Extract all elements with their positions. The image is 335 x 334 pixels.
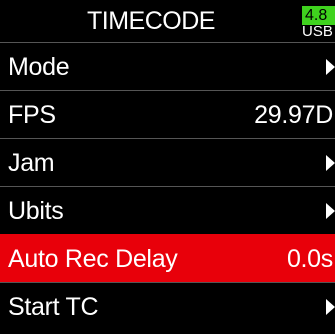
triangle-right-icon <box>326 203 335 219</box>
page-title: TIMECODE <box>87 7 215 35</box>
menu-item-label: Ubits <box>8 197 64 225</box>
menu-item-mode[interactable]: Mode <box>0 42 335 90</box>
menu-item-start-tc[interactable]: Start TC <box>0 282 335 330</box>
menu-item-fps[interactable]: FPS 29.97D <box>0 90 335 138</box>
menu-item-label: Start TC <box>8 293 99 321</box>
menu-item-label: Jam <box>8 149 55 177</box>
battery-icon: 4.8 USB <box>302 6 335 40</box>
screen-header: TIMECODE 4.8 USB <box>0 0 335 42</box>
menu-item-jam[interactable]: Jam <box>0 138 335 186</box>
triangle-right-icon <box>326 299 335 315</box>
timecode-menu: Mode FPS 29.97D Jam Ubits Auto Rec Delay… <box>0 42 335 330</box>
menu-item-label: Mode <box>8 53 70 81</box>
menu-item-value: 29.97D <box>254 101 333 129</box>
power-source-label: USB <box>302 23 333 40</box>
timecode-screen: TIMECODE 4.8 USB Mode FPS 29.97D Jam Ubi… <box>0 0 335 334</box>
menu-item-value: 0.0s <box>286 245 333 273</box>
menu-item-auto-rec-delay[interactable]: Auto Rec Delay 0.0s <box>0 234 335 282</box>
triangle-right-icon <box>326 59 335 75</box>
menu-item-label: FPS <box>8 101 56 129</box>
menu-item-ubits[interactable]: Ubits <box>0 186 335 234</box>
triangle-right-icon <box>326 155 335 171</box>
menu-item-label: Auto Rec Delay <box>8 245 178 273</box>
